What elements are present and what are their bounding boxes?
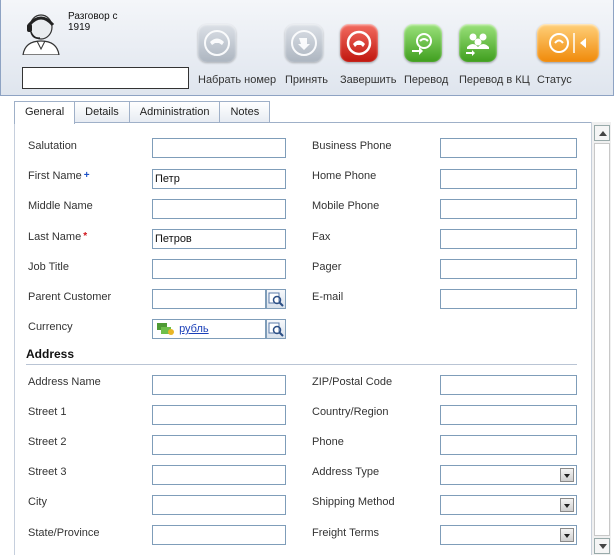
transfer-callcenter-button[interactable]: Перевод в КЦ bbox=[459, 24, 530, 86]
city-input[interactable] bbox=[152, 495, 286, 515]
country-input[interactable] bbox=[440, 405, 577, 425]
phone-input[interactable] bbox=[440, 435, 577, 455]
status-icon bbox=[537, 24, 599, 62]
first-name-label: First Name + bbox=[28, 170, 90, 182]
last-name-input[interactable]: Петров bbox=[152, 229, 286, 249]
shipping-method-label: Shipping Method bbox=[312, 496, 395, 508]
dropdown-arrow-icon[interactable] bbox=[560, 468, 574, 482]
phone-dial-icon bbox=[198, 24, 236, 62]
freight-terms-select[interactable] bbox=[440, 525, 577, 545]
dropdown-arrow-icon[interactable] bbox=[560, 528, 574, 542]
street1-input[interactable] bbox=[152, 405, 286, 425]
street3-label: Street 3 bbox=[28, 466, 67, 478]
street1-label: Street 1 bbox=[28, 406, 67, 418]
call-status-text: Разговор с 1919 bbox=[68, 11, 117, 33]
form-tabs: General Details Administration Notes bbox=[14, 101, 271, 124]
fax-label: Fax bbox=[312, 231, 331, 243]
lookup-icon bbox=[268, 292, 284, 307]
street3-input[interactable] bbox=[152, 465, 286, 485]
city-label: City bbox=[28, 496, 47, 508]
vertical-scrollbar[interactable] bbox=[591, 122, 611, 555]
transfer-icon bbox=[404, 24, 442, 62]
middle-name-input[interactable] bbox=[152, 199, 286, 219]
currency-label: Currency bbox=[28, 321, 73, 333]
home-phone-label: Home Phone bbox=[312, 170, 377, 182]
salutation-input[interactable] bbox=[152, 138, 286, 158]
email-input[interactable] bbox=[440, 289, 577, 309]
salutation-label: Salutation bbox=[28, 140, 77, 152]
scroll-up-arrow-icon[interactable] bbox=[594, 125, 610, 141]
address-name-input[interactable] bbox=[152, 375, 286, 395]
mobile-phone-input[interactable] bbox=[440, 199, 577, 219]
transfer-callcenter-icon bbox=[459, 24, 497, 62]
parent-customer-label: Parent Customer bbox=[28, 291, 112, 303]
transfer-button[interactable]: Перевод bbox=[404, 24, 448, 86]
phone-accept-icon bbox=[285, 24, 323, 62]
last-name-label: Last Name * bbox=[28, 231, 87, 243]
zip-input[interactable] bbox=[440, 375, 577, 395]
address-type-label: Address Type bbox=[312, 466, 380, 478]
business-phone-input[interactable] bbox=[440, 138, 577, 158]
pager-input[interactable] bbox=[440, 259, 577, 279]
accept-call-button[interactable]: Принять bbox=[285, 24, 328, 86]
address-section-title: Address bbox=[26, 347, 75, 361]
call-status-line1: Разговор с bbox=[68, 11, 118, 22]
dial-button[interactable]: Набрать номер bbox=[198, 24, 276, 86]
address-type-select[interactable] bbox=[440, 465, 577, 485]
job-title-label: Job Title bbox=[28, 261, 69, 273]
business-phone-label: Business Phone bbox=[312, 140, 392, 152]
shipping-method-select[interactable] bbox=[440, 495, 577, 515]
mobile-phone-label: Mobile Phone bbox=[312, 200, 380, 212]
operator-avatar-icon bbox=[21, 13, 61, 56]
state-label: State/Province bbox=[28, 527, 100, 539]
required-mark: * bbox=[83, 231, 88, 242]
currency-input[interactable]: рубль bbox=[152, 319, 266, 339]
tab-administration[interactable]: Administration bbox=[128, 101, 221, 123]
currency-lookup-button[interactable] bbox=[266, 319, 286, 339]
address-section-divider bbox=[26, 364, 577, 365]
phone-number-input[interactable] bbox=[22, 67, 189, 89]
phone-hangup-icon bbox=[340, 24, 378, 62]
home-phone-input[interactable] bbox=[440, 169, 577, 189]
lookup-icon bbox=[268, 322, 284, 337]
address-name-label: Address Name bbox=[28, 376, 101, 388]
first-name-input[interactable]: Петр bbox=[152, 169, 286, 189]
call-status-number: 1919 bbox=[68, 22, 91, 33]
country-label: Country/Region bbox=[312, 406, 389, 418]
first-name-label-text: First Name bbox=[28, 170, 82, 182]
job-title-input[interactable] bbox=[152, 259, 286, 279]
status-button[interactable]: Статус bbox=[537, 24, 599, 86]
tab-general[interactable]: General bbox=[14, 101, 76, 124]
parent-customer-lookup-button[interactable] bbox=[266, 289, 286, 309]
freight-terms-label: Freight Terms bbox=[312, 527, 380, 539]
tab-details[interactable]: Details bbox=[74, 101, 130, 123]
recommended-mark: + bbox=[83, 170, 90, 181]
currency-link[interactable]: рубль bbox=[179, 323, 209, 335]
scroll-track[interactable] bbox=[594, 143, 610, 536]
parent-customer-input[interactable] bbox=[152, 289, 266, 309]
middle-name-label: Middle Name bbox=[28, 200, 93, 212]
general-form: Salutation First Name + Петр Middle Name … bbox=[14, 122, 590, 555]
street2-label: Street 2 bbox=[28, 436, 67, 448]
scroll-down-arrow-icon[interactable] bbox=[594, 538, 610, 554]
last-name-label-text: Last Name bbox=[28, 231, 82, 243]
dropdown-arrow-icon[interactable] bbox=[560, 498, 574, 512]
phone-label: Phone bbox=[312, 436, 344, 448]
street2-input[interactable] bbox=[152, 435, 286, 455]
email-label: E-mail bbox=[312, 291, 344, 303]
currency-entity-icon bbox=[157, 323, 174, 336]
hangup-button[interactable]: Завершить bbox=[340, 24, 396, 86]
zip-label: ZIP/Postal Code bbox=[312, 376, 393, 388]
state-input[interactable] bbox=[152, 525, 286, 545]
tab-notes[interactable]: Notes bbox=[219, 101, 271, 123]
phone-toolbar: Разговор с 1919 Набрать номер Принять За… bbox=[0, 0, 614, 96]
pager-label: Pager bbox=[312, 261, 342, 273]
fax-input[interactable] bbox=[440, 229, 577, 249]
